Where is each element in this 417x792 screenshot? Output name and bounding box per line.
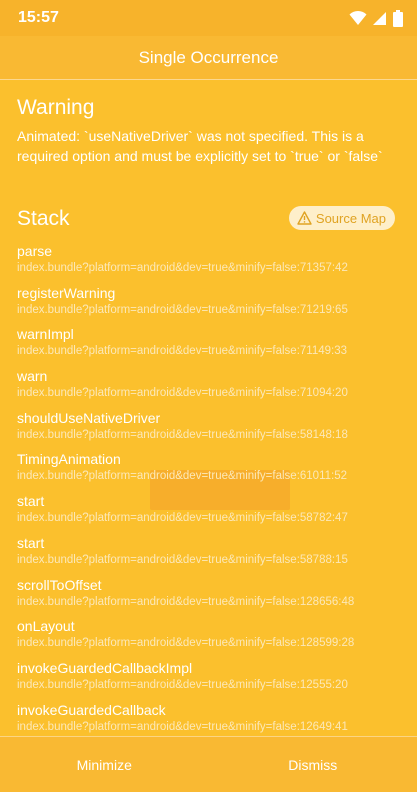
frame-location: index.bundle?platform=android&dev=true&m… [17,385,407,401]
stack-frame[interactable]: TimingAnimation index.bundle?platform=an… [17,450,407,492]
frame-location: index.bundle?platform=android&dev=true&m… [17,635,407,651]
frame-location: index.bundle?platform=android&dev=true&m… [17,552,407,568]
frame-location: index.bundle?platform=android&dev=true&m… [17,343,407,359]
stack-frame[interactable]: warn index.bundle?platform=android&dev=t… [17,367,407,409]
signal-icon [373,10,387,26]
battery-icon [393,10,403,27]
status-time: 15:57 [18,9,59,27]
warning-triangle-icon [297,211,312,225]
frame-location: index.bundle?platform=android&dev=true&m… [17,427,407,443]
frame-location: index.bundle?platform=android&dev=true&m… [17,594,407,610]
header-title: Single Occurrence [139,48,279,68]
warning-message: Animated: `useNativeDriver` was not spec… [17,126,387,166]
stack-frame[interactable]: warnImpl index.bundle?platform=android&d… [17,325,407,367]
stack-frame[interactable]: parse index.bundle?platform=android&dev=… [17,242,407,284]
frame-name: onLayout [17,617,407,635]
footer-bar: Minimize Dismiss [0,736,417,792]
stack-heading: Stack [17,207,70,231]
stack-frame[interactable]: invokeGuardedCallback index.bundle?platf… [17,701,407,736]
frame-location: index.bundle?platform=android&dev=true&m… [17,302,407,318]
frame-name: invokeGuardedCallbackImpl [17,659,407,677]
frame-location: index.bundle?platform=android&dev=true&m… [17,719,407,735]
frame-location: index.bundle?platform=android&dev=true&m… [17,510,407,526]
stack-frame[interactable]: shouldUseNativeDriver index.bundle?platf… [17,409,407,451]
frame-location: index.bundle?platform=android&dev=true&m… [17,468,407,484]
source-map-button[interactable]: Source Map [289,206,395,230]
stack-frame[interactable]: start index.bundle?platform=android&dev=… [17,534,407,576]
frame-location: index.bundle?platform=android&dev=true&m… [17,677,407,693]
status-icons [349,9,403,27]
stack-frame[interactable]: start index.bundle?platform=android&dev=… [17,492,407,534]
header-bar: Single Occurrence [0,36,417,80]
stack-frame[interactable]: scrollToOffset index.bundle?platform=and… [17,576,407,618]
stack-frame[interactable]: onLayout index.bundle?platform=android&d… [17,617,407,659]
frame-name: registerWarning [17,284,407,302]
frame-name: warn [17,367,407,385]
source-map-label: Source Map [316,211,386,226]
frame-name: start [17,492,407,510]
frame-name: shouldUseNativeDriver [17,409,407,427]
dismiss-button[interactable]: Dismiss [209,737,417,792]
minimize-button[interactable]: Minimize [0,737,209,792]
frame-name: warnImpl [17,325,407,343]
warning-heading: Warning [17,96,94,120]
frame-name: parse [17,242,407,260]
stack-frame-list: parse index.bundle?platform=android&dev=… [17,242,407,736]
log-box-content[interactable]: Warning Animated: `useNativeDriver` was … [0,80,417,736]
frame-name: TimingAnimation [17,450,407,468]
frame-location: index.bundle?platform=android&dev=true&m… [17,260,407,276]
wifi-icon [349,10,367,26]
frame-name: start [17,534,407,552]
stack-frame[interactable]: invokeGuardedCallbackImpl index.bundle?p… [17,659,407,701]
frame-name: invokeGuardedCallback [17,701,407,719]
frame-name: scrollToOffset [17,576,407,594]
status-bar: 15:57 [0,0,417,36]
stack-frame[interactable]: registerWarning index.bundle?platform=an… [17,284,407,326]
